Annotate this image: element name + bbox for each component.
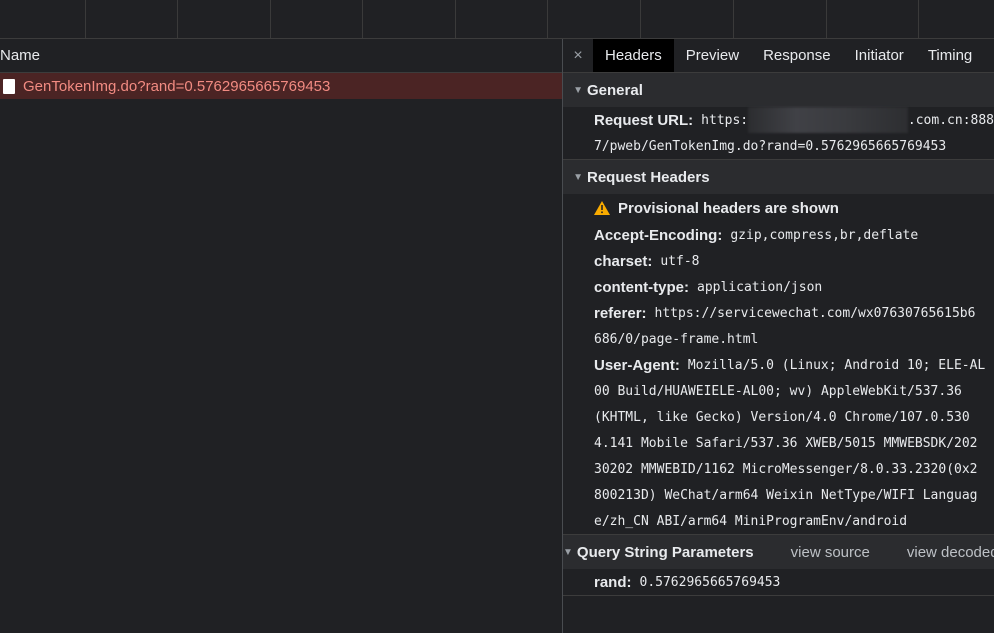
tab-response[interactable]: Response: [751, 39, 843, 72]
header-key: content-type:: [594, 278, 689, 296]
header-user-agent: User-Agent: Mozilla/5.0 (Linux; Android …: [594, 352, 994, 378]
name-column-label: Name: [0, 47, 41, 64]
request-url-suffix: .com.cn:888: [907, 112, 994, 128]
redacted-blur: [748, 107, 908, 133]
header-value: (KHTML, like Gecko) Version/4.0 Chrome/1…: [594, 409, 970, 425]
view-decoded-link[interactable]: view decoded: [907, 544, 994, 561]
header-user-agent-continuation: (KHTML, like Gecko) Version/4.0 Chrome/1…: [594, 404, 994, 430]
warning-icon: [594, 201, 610, 215]
request-list-pane: Name GenTokenImg.do?rand=0.5762965665769…: [0, 39, 563, 633]
timeline-gridline: [177, 0, 178, 38]
timeline-gridline: [918, 0, 919, 38]
close-icon[interactable]: ×: [563, 39, 593, 72]
tab-initiator[interactable]: Initiator: [843, 39, 916, 72]
query-param-value: 0.5762965665769453: [639, 574, 781, 590]
request-headers-title: Request Headers: [587, 168, 710, 186]
header-charset: charset: utf-8: [594, 248, 994, 274]
header-value: 4.141 Mobile Safari/537.36 XWEB/5015 MMW…: [594, 435, 978, 451]
header-value: gzip,compress,br,deflate: [730, 227, 919, 243]
header-value: e/zh_CN ABI/arm64 MiniProgramEnv/android: [594, 513, 908, 529]
header-referer: referer: https://servicewechat.com/wx076…: [594, 300, 994, 326]
timeline-gridline: [455, 0, 456, 38]
header-key: Accept-Encoding:: [594, 226, 723, 244]
header-user-agent-continuation: 30202 MMWEBID/1162 MicroMessenger/8.0.33…: [594, 456, 994, 482]
request-headers-section: ▼ Request Headers Provisional headers ar…: [563, 160, 994, 535]
header-value: application/json: [697, 279, 823, 295]
tab-preview[interactable]: Preview: [674, 39, 751, 72]
tab-timing[interactable]: Timing: [916, 39, 984, 72]
header-key: charset:: [594, 252, 653, 270]
request-url-continuation: 7/pweb/GenTokenImg.do?rand=0.57629656657…: [594, 133, 994, 159]
triangle-down-icon: ▼: [573, 171, 583, 183]
timeline-gridline: [640, 0, 641, 38]
timeline-overview[interactable]: [0, 0, 994, 39]
request-name: GenTokenImg.do?rand=0.5762965665769453: [23, 77, 331, 95]
general-section: ▼ General Request URL: https: .com.cn:88…: [563, 73, 994, 160]
document-icon: [3, 78, 15, 94]
tab-headers[interactable]: Headers: [593, 39, 674, 72]
request-url-line: Request URL: https: .com.cn:888: [594, 107, 994, 133]
header-value: 686/0/page-frame.html: [594, 331, 759, 347]
header-user-agent-continuation: 00 Build/HUAWEIELE-AL00; wv) AppleWebKit…: [594, 378, 994, 404]
query-section-header[interactable]: ▼ Query String Parameters view source vi…: [563, 535, 994, 569]
request-url-line2: 7/pweb/GenTokenImg.do?rand=0.57629656657…: [594, 138, 947, 154]
header-value: 30202 MMWEBID/1162 MicroMessenger/8.0.33…: [594, 461, 978, 477]
header-user-agent-continuation: e/zh_CN ABI/arm64 MiniProgramEnv/android: [594, 508, 994, 534]
header-referer-continuation: 686/0/page-frame.html: [594, 326, 994, 352]
timeline-gridline: [547, 0, 548, 38]
triangle-down-icon: ▼: [573, 84, 583, 96]
details-tabbar: × Headers Preview Response Initiator Tim…: [563, 39, 994, 73]
timeline-gridline: [362, 0, 363, 38]
provisional-warning-text: Provisional headers are shown: [618, 199, 839, 217]
request-url-key: Request URL:: [594, 111, 694, 129]
header-content-type: content-type: application/json: [594, 274, 994, 300]
header-value: utf-8: [660, 253, 700, 269]
request-headers-section-header[interactable]: ▼ Request Headers: [563, 160, 994, 194]
name-column-header[interactable]: Name: [0, 39, 562, 73]
timeline-gridline: [826, 0, 827, 38]
triangle-down-icon: ▼: [563, 546, 573, 558]
header-user-agent-continuation: 4.141 Mobile Safari/537.36 XWEB/5015 MMW…: [594, 430, 994, 456]
timeline-gridline: [733, 0, 734, 38]
provisional-warning: Provisional headers are shown: [594, 194, 994, 222]
header-value: 800213D) WeChat/arm64 Weixin NetType/WIF…: [594, 487, 978, 503]
header-value: 00 Build/HUAWEIELE-AL00; wv) AppleWebKit…: [594, 383, 962, 399]
header-key: referer:: [594, 304, 647, 322]
timeline-gridline: [270, 0, 271, 38]
header-accept-encoding: Accept-Encoding: gzip,compress,br,deflat…: [594, 222, 994, 248]
query-param-rand: rand: 0.5762965665769453: [594, 569, 994, 595]
header-value: Mozilla/5.0 (Linux; Android 10; ELE-AL: [687, 357, 986, 373]
query-param-key: rand:: [594, 573, 632, 591]
request-row[interactable]: GenTokenImg.do?rand=0.5762965665769453: [0, 73, 562, 99]
general-title: General: [587, 81, 643, 99]
request-details-pane: × Headers Preview Response Initiator Tim…: [563, 39, 994, 633]
request-url-prefix: https:: [701, 112, 749, 128]
query-section: ▼ Query String Parameters view source vi…: [563, 535, 994, 596]
timeline-gridline: [85, 0, 86, 38]
header-value: https://servicewechat.com/wx07630765615b…: [654, 305, 976, 321]
header-user-agent-continuation: 800213D) WeChat/arm64 Weixin NetType/WIF…: [594, 482, 994, 508]
query-title: Query String Parameters: [576, 543, 754, 561]
general-section-header[interactable]: ▼ General: [563, 73, 994, 107]
view-source-link[interactable]: view source: [791, 544, 870, 561]
header-key: User-Agent:: [594, 356, 680, 374]
